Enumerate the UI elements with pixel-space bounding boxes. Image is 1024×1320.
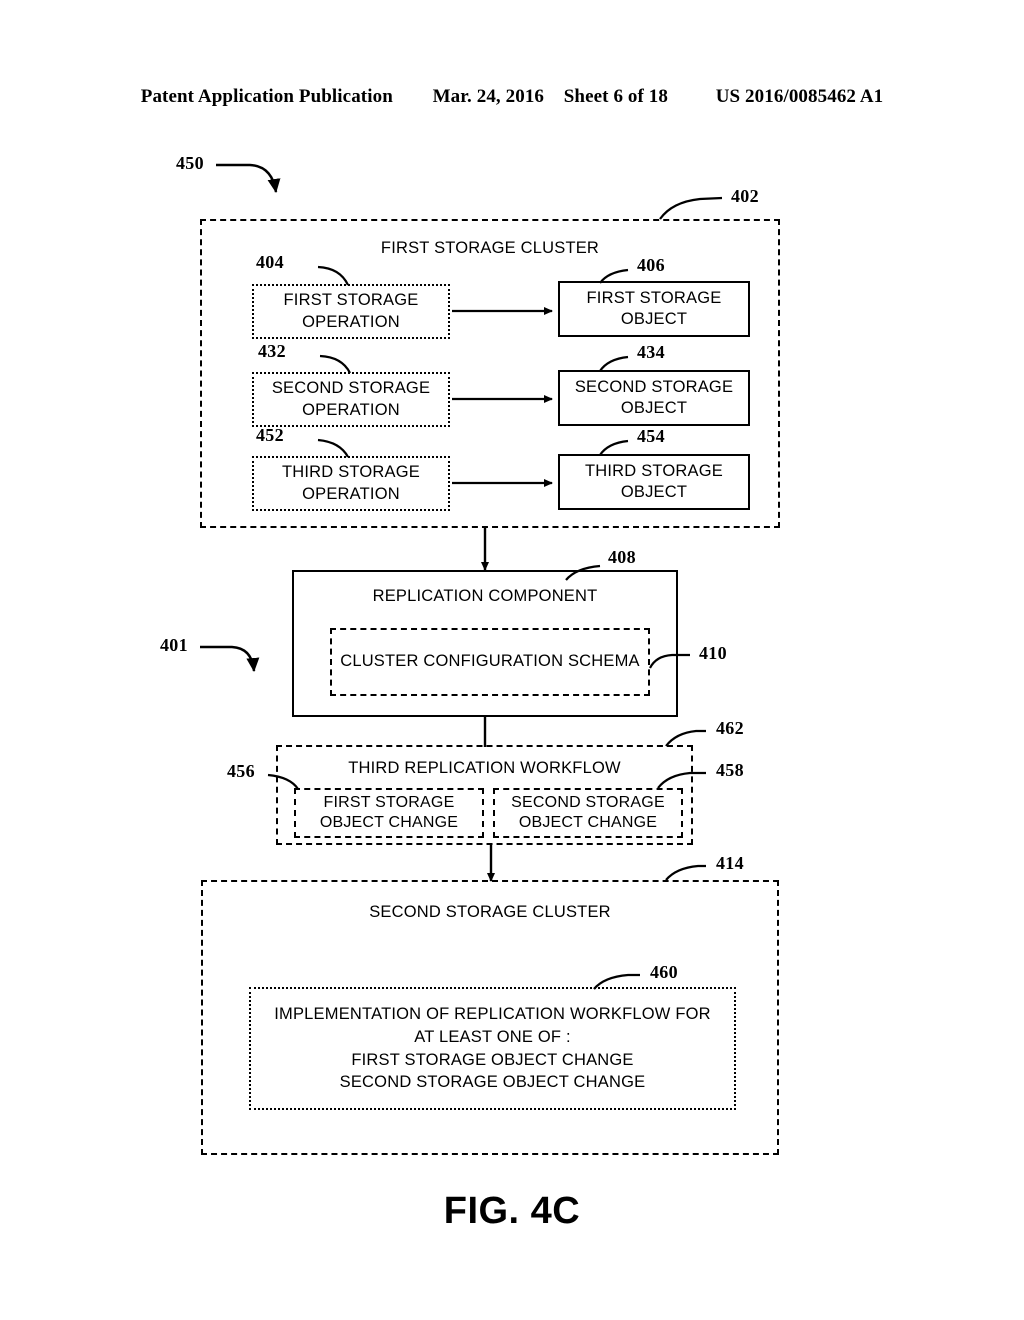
first-storage-object-change-box: FIRST STORAGE OBJECT CHANGE xyxy=(294,788,484,838)
ref-414: 414 xyxy=(716,853,744,873)
page-header: Patent Application Publication Mar. 24, … xyxy=(0,86,1024,108)
ref-401: 401 xyxy=(160,635,188,655)
figure-caption: FIG. 4C xyxy=(443,1190,581,1232)
replication-component-title: REPLICATION COMPONENT xyxy=(372,587,598,605)
first-storage-object-label: FIRST STORAGE OBJECT xyxy=(586,288,722,328)
third-replication-workflow-title: THIRD REPLICATION WORKFLOW xyxy=(348,759,621,777)
third-storage-operation-box: THIRD STORAGE OPERATION xyxy=(252,456,450,511)
third-storage-operation-label: THIRD STORAGE OPERATION xyxy=(282,463,420,503)
patent-number: US 2016/0085462 A1 xyxy=(715,86,884,107)
ref-408: 408 xyxy=(608,547,636,567)
first-storage-object-change-label: FIRST STORAGE OBJECT CHANGE xyxy=(319,793,459,831)
second-storage-object-label: SECOND STORAGE OBJECT xyxy=(574,377,734,417)
ref-456: 456 xyxy=(227,761,255,781)
third-storage-object-label: THIRD STORAGE OBJECT xyxy=(585,461,723,501)
ref-458: 458 xyxy=(716,760,744,780)
implementation-of-replication-workflow-box: IMPLEMENTATION OF REPLICATION WORKFLOW F… xyxy=(249,987,736,1110)
first-storage-operation-box: FIRST STORAGE OPERATION xyxy=(252,284,450,339)
first-storage-cluster-title: FIRST STORAGE CLUSTER xyxy=(380,239,600,257)
implementation-line-2: AT LEAST ONE OF : xyxy=(414,1027,571,1046)
publication-date: Mar. 24, 2016 xyxy=(432,86,545,107)
ref-462: 462 xyxy=(716,718,744,738)
second-storage-object-change-box: SECOND STORAGE OBJECT CHANGE xyxy=(493,788,683,838)
second-storage-cluster-title: SECOND STORAGE CLUSTER xyxy=(369,903,611,921)
third-storage-object-box: THIRD STORAGE OBJECT xyxy=(558,454,750,510)
second-storage-operation-box: SECOND STORAGE OPERATION xyxy=(252,372,450,427)
second-storage-object-change-label: SECOND STORAGE OBJECT CHANGE xyxy=(511,793,665,831)
implementation-line-3: FIRST STORAGE OBJECT CHANGE xyxy=(351,1050,634,1069)
ref-402: 402 xyxy=(731,186,759,206)
sheet-number: Sheet 6 of 18 xyxy=(563,86,668,107)
implementation-line-4: SECOND STORAGE OBJECT CHANGE xyxy=(339,1073,646,1092)
implementation-line-1: IMPLEMENTATION OF REPLICATION WORKFLOW F… xyxy=(274,1004,711,1023)
ref-450: 450 xyxy=(176,153,204,173)
cluster-configuration-schema-box: CLUSTER CONFIGURATION SCHEMA xyxy=(330,628,650,696)
first-storage-object-box: FIRST STORAGE OBJECT xyxy=(558,281,750,337)
second-storage-operation-label: SECOND STORAGE OPERATION xyxy=(271,379,431,419)
second-storage-object-box: SECOND STORAGE OBJECT xyxy=(558,370,750,426)
ref-410: 410 xyxy=(699,643,727,663)
cluster-configuration-schema-label: CLUSTER CONFIGURATION SCHEMA xyxy=(340,652,640,671)
first-storage-operation-label: FIRST STORAGE OPERATION xyxy=(283,291,419,331)
publication-title: Patent Application Publication xyxy=(140,86,393,107)
